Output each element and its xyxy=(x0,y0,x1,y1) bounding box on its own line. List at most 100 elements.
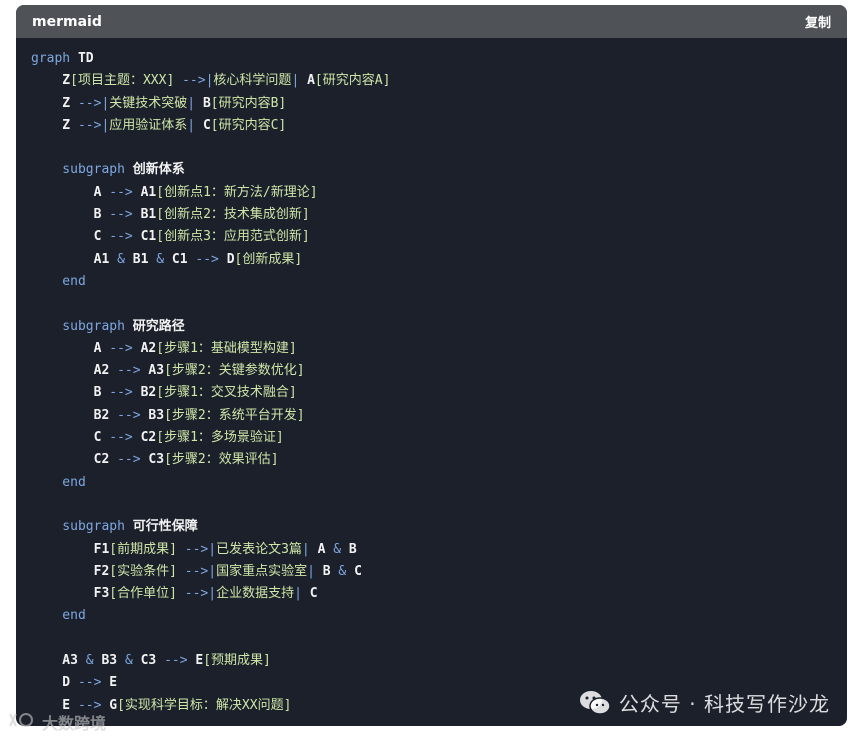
code-token: & xyxy=(338,563,355,579)
code-token: graph xyxy=(31,51,78,66)
code-token: A xyxy=(31,340,110,356)
code-token: end xyxy=(31,474,86,490)
code-token: & xyxy=(333,541,349,557)
code-token: -->| xyxy=(77,95,110,111)
code-token: -->| xyxy=(182,73,214,89)
code-header: mermaid 复制 xyxy=(16,5,847,38)
code-token: [创新点1：新方法/新理论] xyxy=(156,184,318,200)
watermark-secondary: 大数跨境 xyxy=(8,710,106,734)
code-token: 创新体系 xyxy=(132,162,185,178)
wechat-icon xyxy=(579,690,611,716)
code-token: & xyxy=(156,251,172,267)
code-token: C xyxy=(31,229,110,245)
code-token: [步骤2：效果评估] xyxy=(164,452,279,468)
code-line: end xyxy=(31,605,847,627)
code-token: Z xyxy=(31,117,78,133)
code-token: 关键技术突破 xyxy=(109,95,188,111)
code-token: subgraph xyxy=(31,162,133,178)
code-token: B1 xyxy=(140,207,157,223)
code-token: [研究内容C] xyxy=(210,117,287,133)
code-token: | xyxy=(307,563,323,579)
code-token: [步骤2：系统平台开发] xyxy=(164,407,305,423)
code-token: B xyxy=(31,207,110,223)
code-token: C xyxy=(202,117,211,133)
code-line: C2 --> C3[步骤2：效果评估] xyxy=(31,449,847,471)
code-token: B2 xyxy=(140,385,157,401)
code-line: subgraph 创新体系 xyxy=(31,159,847,181)
code-token: D xyxy=(31,675,78,691)
code-line: F3[合作单位] -->|企业数据支持| C xyxy=(31,583,847,605)
code-token: [创新点2：技术集成创新] xyxy=(156,207,310,223)
copy-button[interactable]: 复制 xyxy=(805,12,831,31)
code-token: F2 xyxy=(31,563,110,579)
code-line: F1[前期成果] -->|已发表论文3篇| A & B xyxy=(31,539,847,561)
code-token: A2 xyxy=(31,363,118,379)
code-token: | xyxy=(187,117,203,133)
code-token: C xyxy=(309,586,318,602)
code-token: C3 xyxy=(140,653,165,669)
code-token: F1 xyxy=(31,541,110,557)
code-token: [实现科学目标：解决XX问题] xyxy=(117,697,292,713)
code-token: [项目主题：XXX] xyxy=(70,73,183,89)
code-token: [创新点3：应用范式创新] xyxy=(156,229,310,245)
code-token: [步骤1：基础模型构建] xyxy=(156,340,297,356)
code-token: & xyxy=(124,653,141,669)
code-token: A3 xyxy=(31,653,86,669)
code-token: --> xyxy=(117,363,149,379)
code-line: A --> A1[创新点1：新方法/新理论] xyxy=(31,182,847,204)
code-token: B3 xyxy=(101,653,125,669)
code-token: [创新成果] xyxy=(234,251,303,267)
code-token: & xyxy=(117,251,133,267)
code-token: subgraph xyxy=(31,519,133,535)
code-token: --> xyxy=(164,653,196,669)
code-token: [预期成果] xyxy=(203,653,271,669)
code-line: A --> A2[步骤1：基础模型构建] xyxy=(31,338,847,360)
code-token: --> xyxy=(109,385,141,401)
code-line: C --> C2[步骤1：多场景验证] xyxy=(31,427,847,449)
code-token: D xyxy=(226,251,235,267)
code-token: | xyxy=(187,95,203,111)
code-token: C1 xyxy=(171,251,196,267)
code-token: subgraph xyxy=(31,318,133,334)
code-token: 应用验证体系 xyxy=(109,117,188,133)
code-token: [研究内容A] xyxy=(314,73,391,89)
code-token: 核心科学问题 xyxy=(213,73,292,89)
code-token: C1 xyxy=(140,229,157,245)
code-token: G xyxy=(109,697,118,713)
watermark: 公众号 · 科技写作沙龙 xyxy=(579,688,830,717)
code-token: B xyxy=(348,541,357,557)
code-token: [前期成果] xyxy=(109,541,185,557)
code-token: B xyxy=(202,95,211,111)
code-block: mermaid 复制 graph TD Z[项目主题：XXX] -->|核心科学… xyxy=(16,5,847,726)
code-token: C3 xyxy=(148,452,165,468)
code-line: end xyxy=(31,472,847,494)
code-line: F2[实验条件] -->|国家重点实验室| B & C xyxy=(31,561,847,583)
code-token: Z xyxy=(31,73,71,89)
code-token: C xyxy=(31,430,110,446)
watermark-secondary-text: 大数跨境 xyxy=(42,714,107,733)
code-token: C2 xyxy=(31,452,118,468)
code-token: 企业数据支持 xyxy=(216,586,295,602)
code-token: 研究路径 xyxy=(132,318,185,334)
code-line: B --> B1[创新点2：技术集成创新] xyxy=(31,204,847,226)
watermark-text: 公众号 · 科技写作沙龙 xyxy=(618,692,830,716)
code-token: A3 xyxy=(148,363,165,379)
code-token: --> xyxy=(109,229,141,245)
code-token: -->| xyxy=(184,586,217,602)
code-token: A1 xyxy=(31,251,118,267)
code-token: B1 xyxy=(132,251,157,267)
code-token: | xyxy=(301,541,318,557)
code-token: [合作单位] xyxy=(109,586,185,602)
code-token: A xyxy=(317,541,334,557)
code-line: Z -->|关键技术突破| B[研究内容B] xyxy=(31,93,847,115)
code-token: B xyxy=(322,563,339,579)
code-content[interactable]: graph TD Z[项目主题：XXX] -->|核心科学问题| A[研究内容A… xyxy=(16,38,847,717)
code-token: 已发表论文3篇 xyxy=(216,541,302,557)
code-token: --> xyxy=(109,184,141,200)
code-token: Z xyxy=(31,95,78,111)
code-line: B2 --> B3[步骤2：系统平台开发] xyxy=(31,405,847,427)
code-token: --> xyxy=(109,340,141,356)
